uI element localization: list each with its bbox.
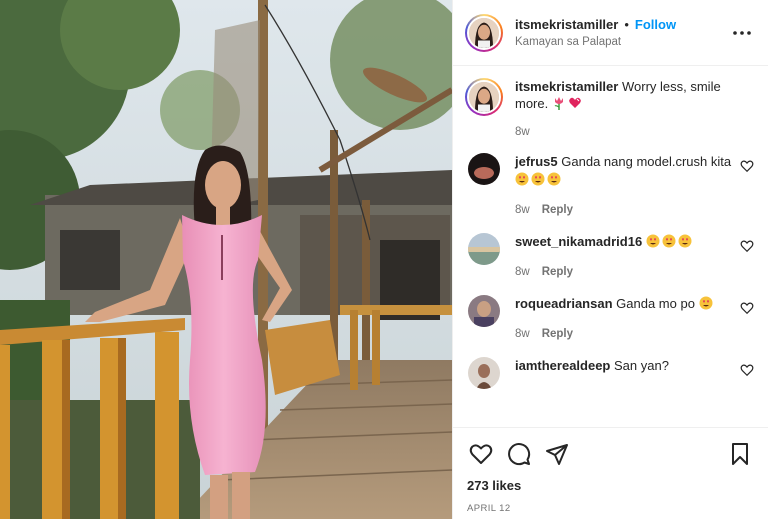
comment-username[interactable]: sweet_nikamadrid16 — [515, 234, 642, 249]
comment-time[interactable]: 8w — [515, 266, 530, 278]
comment-item: jefrus5 Ganda nang model.crush kita 8w Re… — [465, 153, 754, 219]
commenter-avatar[interactable] — [468, 295, 500, 327]
commenter-avatar[interactable] — [468, 153, 500, 185]
action-icons — [467, 436, 754, 472]
separator-dot: • — [624, 17, 629, 32]
author-avatar-image — [469, 17, 499, 48]
like-comment-icon[interactable] — [740, 301, 754, 315]
post-header: itsmekristamiller • Follow Kamayan sa Pa… — [453, 0, 768, 66]
reply-button[interactable]: Reply — [542, 328, 573, 340]
author-username[interactable]: itsmekristamiller — [515, 17, 618, 32]
share-icon[interactable] — [543, 440, 571, 468]
comment-time[interactable]: 8w — [515, 204, 530, 216]
more-options-icon[interactable] — [730, 21, 754, 45]
comment-time[interactable]: 8w — [515, 328, 530, 340]
like-comment-icon[interactable] — [740, 363, 754, 377]
comment-text: Ganda mo po — [616, 296, 695, 311]
comment-item: iamtherealdeep San yan? — [465, 357, 754, 389]
heart-emoji — [569, 97, 581, 108]
comment-item: sweet_nikamadrid16 8w Reply — [465, 233, 754, 281]
caption-avatar[interactable] — [465, 78, 503, 116]
post-viewer: itsmekristamiller • Follow Kamayan sa Pa… — [0, 0, 768, 519]
comment-username[interactable]: jefrus5 — [515, 154, 558, 169]
post-side-panel: itsmekristamiller • Follow Kamayan sa Pa… — [452, 0, 768, 519]
heart-eyes-emoji — [531, 172, 545, 186]
comment-username[interactable]: roqueadriansan — [515, 296, 613, 311]
post-caption: itsmekristamiller Worry less, smile more… — [465, 78, 754, 141]
caption-username[interactable]: itsmekristamiller — [515, 79, 618, 94]
comment-icon[interactable] — [505, 440, 533, 468]
commenter-avatar[interactable] — [468, 357, 500, 389]
post-photo[interactable] — [0, 0, 452, 519]
tulip-emoji — [554, 97, 563, 110]
reply-button[interactable]: Reply — [542, 266, 573, 278]
commenter-avatar-image — [468, 357, 500, 389]
commenter-avatar-image — [468, 153, 500, 185]
heart-eyes-emoji — [515, 172, 529, 186]
heart-eyes-emoji — [678, 234, 692, 248]
post-location[interactable]: Kamayan sa Palapat — [515, 36, 730, 48]
like-icon[interactable] — [467, 440, 495, 468]
post-date[interactable]: APRIL 12 — [467, 503, 754, 514]
comment-item: roqueadriansan Ganda mo po 8w Reply — [465, 295, 754, 343]
likes-count[interactable]: 273 likes — [467, 478, 754, 493]
post-actions: 273 likes APRIL 12 — [453, 427, 768, 519]
header-text: itsmekristamiller • Follow Kamayan sa Pa… — [515, 17, 730, 48]
comments-list[interactable]: itsmekristamiller Worry less, smile more… — [453, 66, 768, 427]
follow-button[interactable]: Follow — [635, 17, 676, 32]
comment-username[interactable]: iamtherealdeep — [515, 358, 610, 373]
like-comment-icon[interactable] — [740, 239, 754, 253]
heart-eyes-emoji — [699, 296, 713, 310]
commenter-avatar[interactable] — [468, 233, 500, 265]
heart-eyes-emoji — [646, 234, 660, 248]
reply-button[interactable]: Reply — [542, 204, 573, 216]
save-bookmark-icon[interactable] — [726, 440, 754, 468]
comment-text: Ganda nang model.crush kita — [561, 154, 732, 169]
like-comment-icon[interactable] — [740, 159, 754, 173]
commenter-avatar-image — [468, 233, 500, 265]
comment-text: San yan? — [614, 358, 669, 373]
heart-eyes-emoji — [662, 234, 676, 248]
post-photo-image — [0, 0, 452, 519]
author-avatar[interactable] — [465, 13, 503, 52]
caption-avatar-image — [469, 82, 499, 112]
heart-eyes-emoji — [547, 172, 561, 186]
commenter-avatar-image — [468, 295, 500, 327]
caption-time[interactable]: 8w — [515, 126, 530, 138]
